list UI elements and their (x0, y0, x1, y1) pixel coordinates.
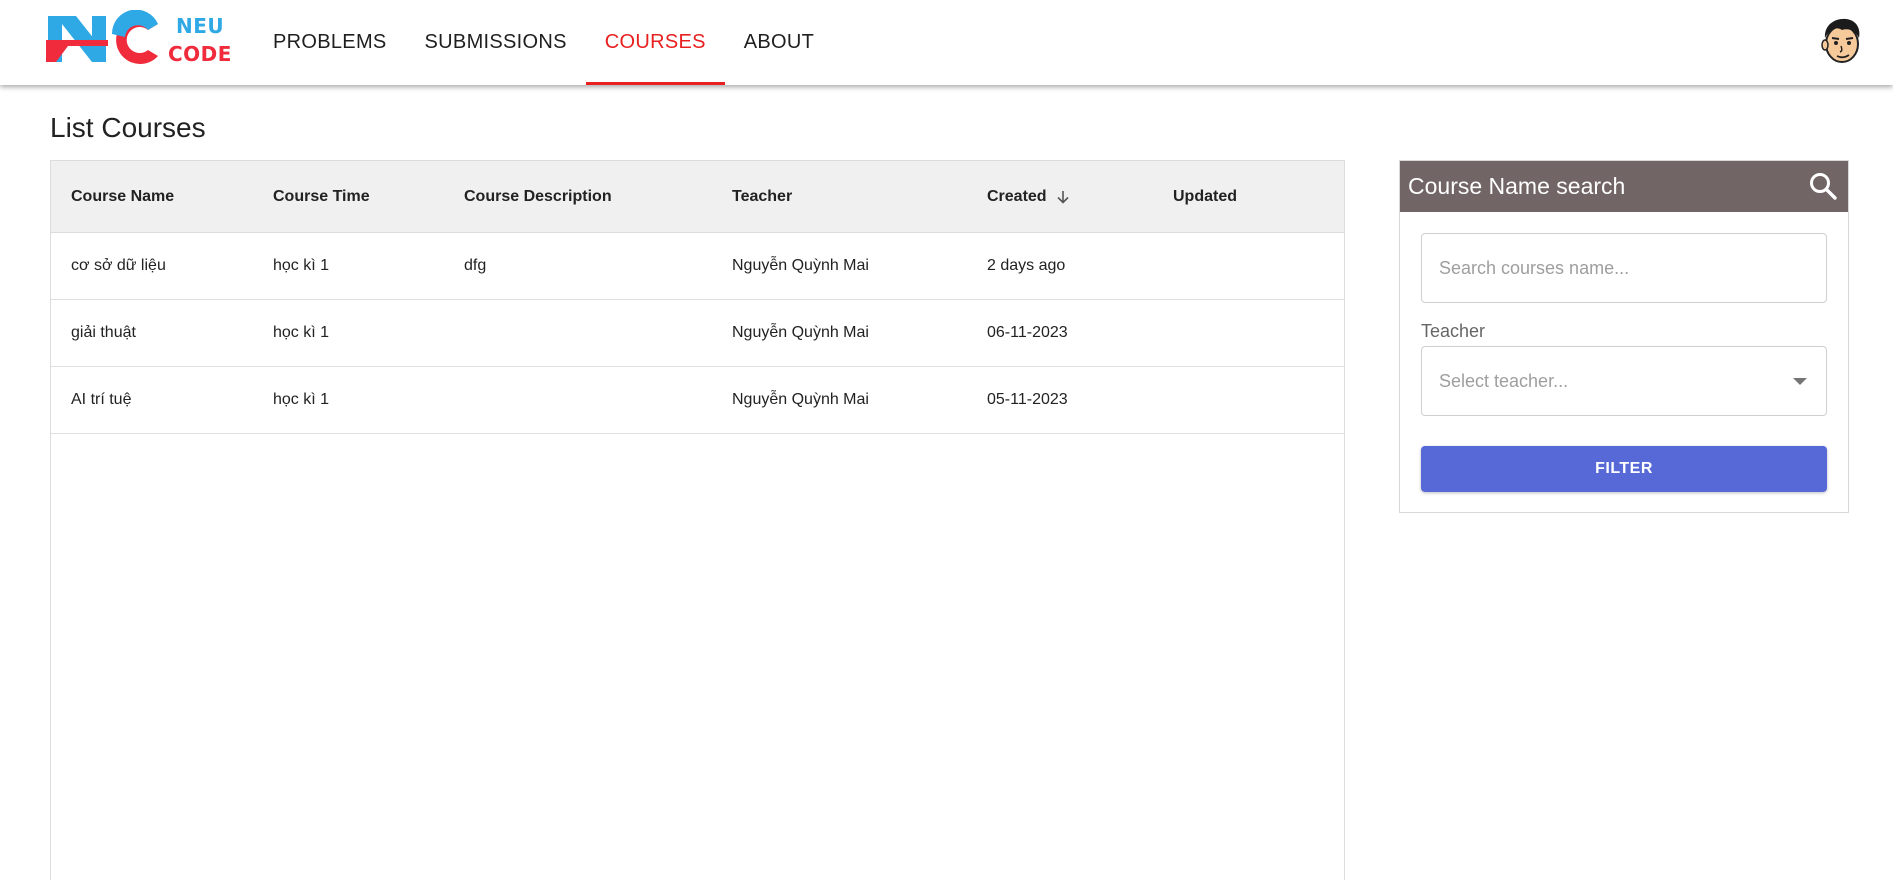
filter-button[interactable]: FILTER (1421, 446, 1827, 492)
main-nav: PROBLEMS SUBMISSIONS COURSES ABOUT (254, 0, 833, 85)
teacher-label: Teacher (1421, 321, 1486, 341)
cell-created: 2 days ago (987, 257, 1066, 274)
logo-text-neu: NEU (176, 14, 225, 38)
table-row[interactable]: AI trí tuệ học kì 1 Nguyễn Quỳnh Mai 05-… (51, 367, 1344, 434)
cell-course-description: dfg (464, 257, 487, 274)
search-panel-header: Course Name search (1400, 161, 1848, 212)
teacher-select[interactable]: Select teacher... (1421, 346, 1827, 416)
column-header-created-label: Created (987, 188, 1047, 205)
column-header-created[interactable]: Created (987, 161, 1071, 233)
user-avatar[interactable] (1818, 16, 1866, 64)
column-header-course-name[interactable]: Course Name (71, 161, 174, 233)
cell-created: 05-11-2023 (987, 391, 1068, 408)
cell-teacher: Nguyễn Quỳnh Mai (732, 324, 869, 341)
cell-course-time: học kì 1 (273, 257, 330, 274)
chevron-down-icon (1793, 377, 1807, 385)
user-avatar-icon (1821, 18, 1860, 63)
column-header-course-description[interactable]: Course Description (464, 161, 612, 233)
arrow-down-icon[interactable] (1055, 189, 1071, 205)
cell-course-name: giải thuật (71, 324, 136, 341)
cell-course-name: cơ sở dữ liệu (71, 257, 166, 274)
cell-course-name: AI trí tuệ (71, 391, 132, 408)
cell-teacher: Nguyễn Quỳnh Mai (732, 257, 869, 274)
cell-course-time: học kì 1 (273, 391, 330, 408)
cell-created: 06-11-2023 (987, 324, 1068, 341)
teacher-select-placeholder: Select teacher... (1439, 370, 1569, 391)
page-title: List Courses (50, 112, 206, 143)
courses-table: Course Name Course Time Course Descripti… (50, 160, 1345, 880)
site-logo[interactable]: NEU CODE (46, 10, 236, 68)
nav-about[interactable]: ABOUT (725, 0, 833, 85)
column-header-teacher[interactable]: Teacher (732, 161, 792, 233)
table-row[interactable]: giải thuật học kì 1 Nguyễn Quỳnh Mai 06-… (51, 300, 1344, 367)
cell-teacher: Nguyễn Quỳnh Mai (732, 391, 869, 408)
table-header-row: Course Name Course Time Course Descripti… (51, 161, 1344, 233)
top-navbar: NEU CODE PROBLEMS SUBMISSIONS COURSES AB… (0, 0, 1893, 85)
nav-submissions[interactable]: SUBMISSIONS (406, 0, 586, 85)
logo-text-code: CODE (168, 42, 232, 66)
table-row[interactable]: cơ sở dữ liệu học kì 1 dfg Nguyễn Quỳnh … (51, 233, 1344, 300)
search-panel-title: Course Name search (1408, 173, 1626, 199)
course-search-panel: Course Name search Teacher Select teache… (1399, 160, 1849, 513)
search-icon[interactable] (1808, 171, 1838, 205)
column-header-course-time[interactable]: Course Time (273, 161, 370, 233)
nav-problems[interactable]: PROBLEMS (254, 0, 406, 85)
nav-courses[interactable]: COURSES (585, 0, 725, 85)
column-header-updated[interactable]: Updated (1173, 161, 1237, 233)
logo-mark-icon (46, 10, 158, 64)
cell-course-time: học kì 1 (273, 324, 330, 341)
course-name-search-input[interactable] (1421, 233, 1827, 303)
